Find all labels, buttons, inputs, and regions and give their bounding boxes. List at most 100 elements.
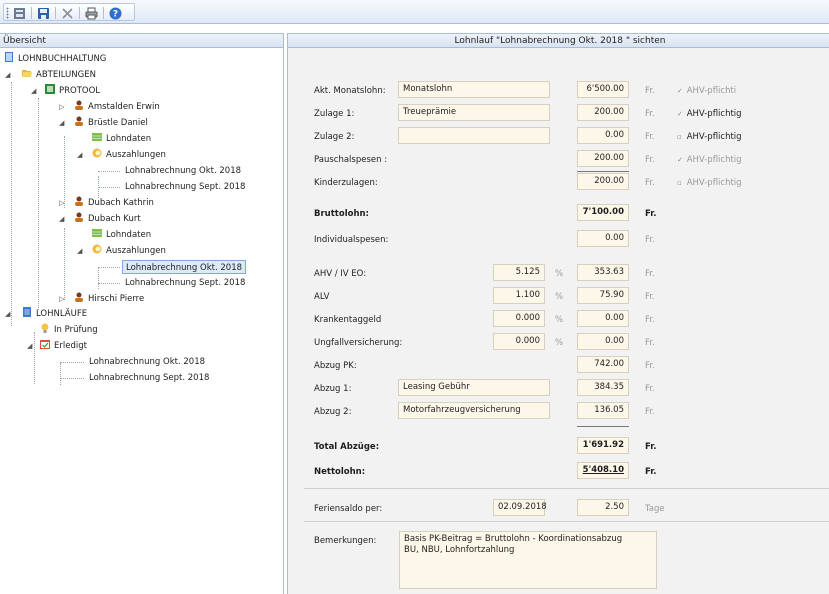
abzug2-amount-field[interactable]: 136.05 bbox=[577, 402, 629, 419]
remarks-label: Bemerkungen: bbox=[314, 536, 377, 546]
tree-item-lohnlauf[interactable]: Lohnabrechnung Sept. 2018 bbox=[89, 371, 209, 385]
sum-line bbox=[577, 171, 629, 172]
collapse-icon[interactable]: ◢ bbox=[31, 87, 36, 95]
unfallversicherung-rate-field[interactable]: 0.000 bbox=[493, 333, 545, 350]
tree-item-auszahlungen[interactable]: Auszahlungen bbox=[92, 244, 166, 258]
tree-item-abteilungen[interactable]: ABTEILUNGEN bbox=[22, 68, 96, 82]
checkbox-empty-icon: ▫ bbox=[677, 179, 682, 187]
monatslohn-amount-field[interactable]: 6'500.00 bbox=[577, 81, 629, 98]
tree-item-employee[interactable]: Hirschi Pierre bbox=[74, 292, 144, 306]
ahv-checkbox[interactable]: ✓ AHV-pflichtig bbox=[677, 155, 742, 165]
tree-item-employee[interactable]: Dubach Kurt bbox=[74, 212, 141, 226]
tree-item-lohnlaeufe[interactable]: LOHNLÄUFE bbox=[22, 307, 87, 321]
tree-item-protool[interactable]: PROTOOL bbox=[45, 84, 100, 98]
zulage2-amount-field[interactable]: 0.00 bbox=[577, 127, 629, 144]
person-icon bbox=[75, 100, 83, 110]
detail-header: Lohnlauf "Lohnabrechnung Okt. 2018 " sic… bbox=[288, 33, 829, 48]
tree-item-lohnlauf[interactable]: Lohnabrechnung Okt. 2018 bbox=[89, 355, 205, 369]
tree-item-in-pruefung[interactable]: In Prüfung bbox=[40, 323, 98, 337]
section-divider bbox=[304, 521, 829, 522]
feriensaldo-days-field[interactable]: 2.50 bbox=[577, 499, 629, 516]
expand-icon[interactable]: ▷ bbox=[59, 295, 64, 303]
tree-item-lohndaten[interactable]: Lohndaten bbox=[92, 132, 151, 146]
expand-icon[interactable]: ▷ bbox=[59, 199, 64, 207]
krankentaggeld-label: Krankentaggeld bbox=[314, 315, 382, 325]
table-icon bbox=[92, 133, 102, 141]
feriensaldo-date-field[interactable]: 02.09.2018 bbox=[493, 499, 547, 516]
abzug-pk-amount-field[interactable]: 742.00 bbox=[577, 356, 629, 373]
tree-item-payslip[interactable]: Lohnabrechnung Sept. 2018 bbox=[125, 180, 245, 194]
tree-item-employee[interactable]: Brüstle Daniel bbox=[74, 116, 148, 130]
tree-item-label: PROTOOL bbox=[59, 86, 101, 96]
overview-header: Übersicht bbox=[0, 33, 283, 48]
tree-item-label: Dubach Kathrin bbox=[88, 198, 154, 208]
collapse-icon[interactable]: ◢ bbox=[5, 71, 10, 79]
tree-item-payslip[interactable]: Lohnabrechnung Sept. 2018 bbox=[125, 276, 245, 290]
collapse-icon[interactable]: ◢ bbox=[59, 119, 64, 127]
tree-item-payslip[interactable]: Lohnabrechnung Okt. 2018 bbox=[125, 164, 241, 178]
pauschalspesen-amount-field[interactable]: 200.00 bbox=[577, 150, 629, 167]
krankentaggeld-rate-field[interactable]: 0.000 bbox=[493, 310, 545, 327]
monatslohn-text-field[interactable]: Monatslohn bbox=[398, 81, 550, 98]
delete-icon[interactable] bbox=[61, 7, 74, 20]
zulage1-text-field[interactable]: Treueprämie bbox=[398, 104, 550, 121]
collapse-icon[interactable]: ◢ bbox=[27, 342, 32, 350]
ahv-checkbox[interactable]: ✓ AHV-pflichti bbox=[677, 86, 736, 96]
alv-rate-field[interactable]: 1.100 bbox=[493, 287, 545, 304]
currency-unit: Fr. bbox=[645, 292, 655, 302]
tree-item-label: Lohnabrechnung Sept. 2018 bbox=[89, 373, 210, 383]
ahv-amount-field[interactable]: 353.63 bbox=[577, 264, 629, 281]
tree-item-label: Amstalden Erwin bbox=[88, 102, 160, 112]
tree-item-root[interactable]: LOHNBUCHHALTUNG bbox=[4, 52, 106, 66]
total-abzuege-label: Total Abzüge: bbox=[314, 442, 380, 452]
checkbox-empty-icon: ▫ bbox=[677, 133, 682, 141]
tree-item-auszahlungen[interactable]: Auszahlungen bbox=[92, 148, 166, 162]
days-unit: Tage bbox=[645, 504, 665, 514]
remarks-textarea[interactable]: Basis PK-Beitrag = Bruttolohn - Koordina… bbox=[399, 531, 657, 589]
company-icon bbox=[45, 84, 55, 94]
bruttolohn-amount-field[interactable]: 7'100.00 bbox=[577, 204, 629, 221]
unfallversicherung-amount-field[interactable]: 0.00 bbox=[577, 333, 629, 350]
tree-item-label: In Prüfung bbox=[54, 325, 98, 335]
collapse-icon[interactable]: ◢ bbox=[59, 215, 64, 223]
abzug1-text-field[interactable]: Leasing Gebühr bbox=[398, 379, 550, 396]
krankentaggeld-amount-field[interactable]: 0.00 bbox=[577, 310, 629, 327]
currency-unit: Fr. bbox=[645, 109, 655, 119]
zulage1-amount-field[interactable]: 200.00 bbox=[577, 104, 629, 121]
collapse-icon[interactable]: ◢ bbox=[5, 310, 10, 318]
total-abzuege-amount-field[interactable]: 1'691.92 bbox=[577, 437, 629, 454]
tree-item-payslip-selected[interactable]: Lohnabrechnung Okt. 2018 bbox=[122, 260, 247, 274]
ahv-checkbox[interactable]: ✓ AHV-pflichtig bbox=[677, 109, 742, 119]
print-icon[interactable] bbox=[85, 7, 98, 20]
currency-unit: Fr. bbox=[645, 155, 655, 165]
tree-item-erledigt[interactable]: Erledigt bbox=[40, 339, 87, 353]
tree-item-label: ABTEILUNGEN bbox=[36, 70, 96, 80]
abzug2-text-field[interactable]: Motorfahrzeugversicherung bbox=[398, 402, 550, 419]
grip-icon bbox=[6, 7, 9, 19]
tree-item-label: Erledigt bbox=[54, 341, 87, 351]
individualspesen-label: Individualspesen: bbox=[314, 235, 389, 245]
collapse-icon[interactable]: ◢ bbox=[77, 151, 82, 159]
calendar-check-icon bbox=[40, 340, 50, 349]
tree-item-employee[interactable]: Dubach Kathrin bbox=[74, 196, 154, 210]
ahv-checkbox[interactable]: ▫ AHV-pflichtig bbox=[677, 178, 742, 188]
individualspesen-amount-field[interactable]: 0.00 bbox=[577, 230, 629, 247]
pauschalspesen-label: Pauschalspesen : bbox=[314, 155, 388, 165]
save-icon[interactable] bbox=[37, 7, 50, 20]
nettolohn-amount-field[interactable]: 5'408.10 bbox=[577, 462, 629, 479]
alv-amount-field[interactable]: 75.90 bbox=[577, 287, 629, 304]
expand-icon[interactable]: ▷ bbox=[59, 103, 64, 111]
collapse-icon[interactable]: ◢ bbox=[77, 247, 82, 255]
nettolohn-label: Nettolohn: bbox=[314, 467, 366, 477]
zulage2-text-field[interactable] bbox=[398, 127, 550, 144]
layout-icon[interactable] bbox=[13, 7, 26, 20]
help-icon[interactable]: ? bbox=[109, 7, 122, 20]
abzug1-amount-field[interactable]: 384.35 bbox=[577, 379, 629, 396]
tree-item-lohndaten[interactable]: Lohndaten bbox=[92, 228, 151, 242]
checkmark-icon: ✓ bbox=[677, 156, 683, 164]
currency-unit: Fr. bbox=[645, 178, 655, 188]
ahv-rate-field[interactable]: 5.125 bbox=[493, 264, 545, 281]
ahv-checkbox[interactable]: ▫ AHV-pflichtig bbox=[677, 132, 742, 142]
tree-item-employee[interactable]: Amstalden Erwin bbox=[74, 100, 160, 114]
kinderzulagen-amount-field[interactable]: 200.00 bbox=[577, 173, 629, 190]
